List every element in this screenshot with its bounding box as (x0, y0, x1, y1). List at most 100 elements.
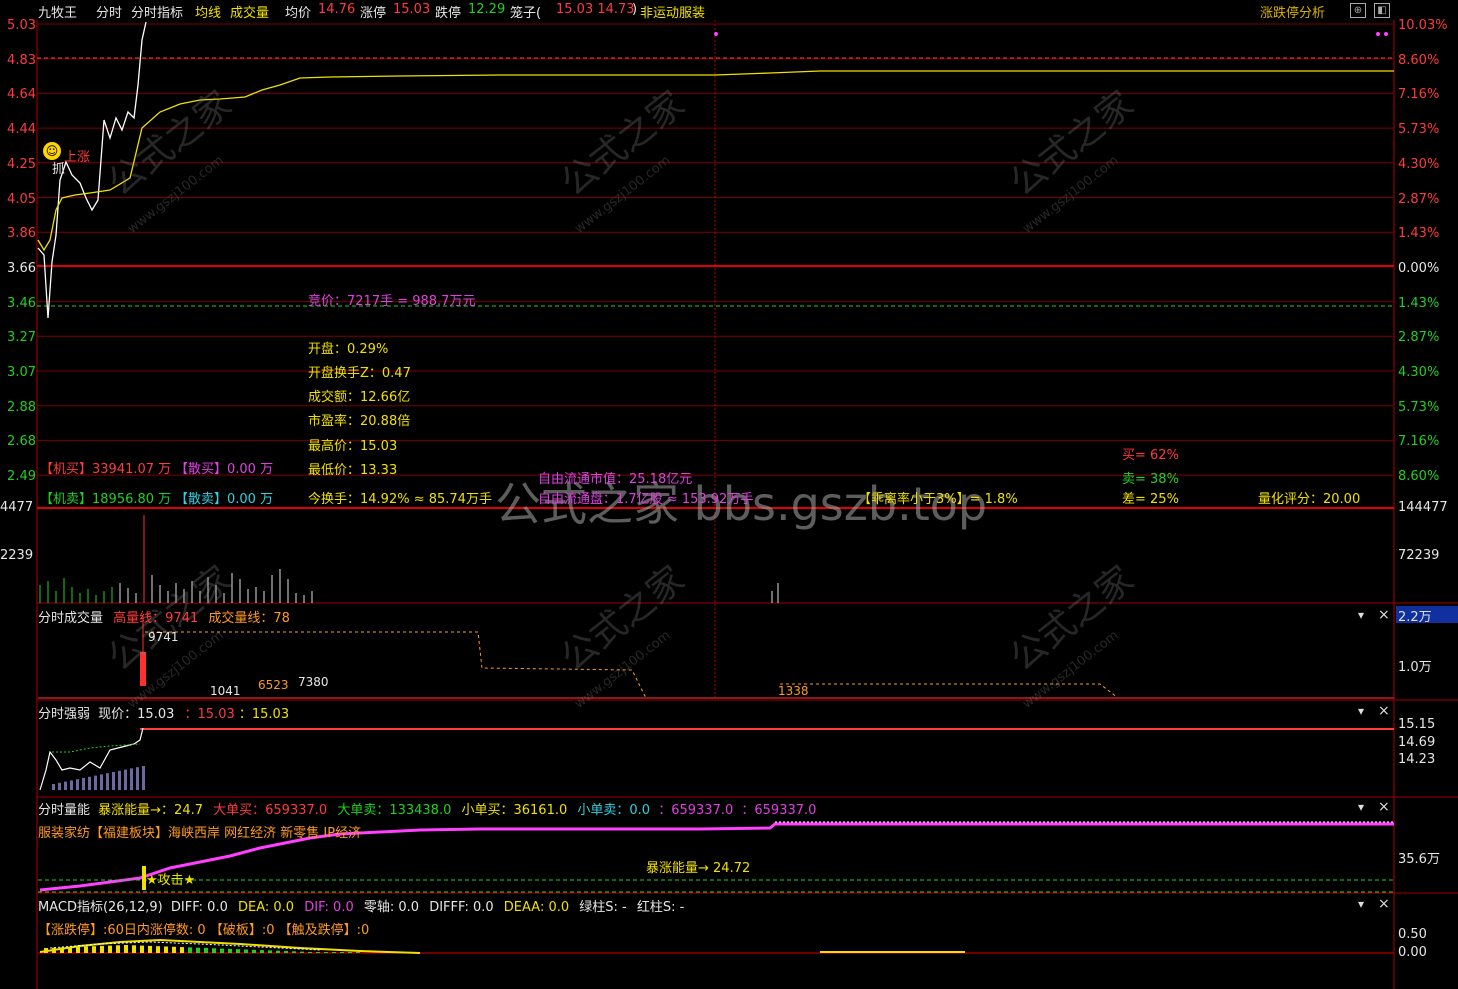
big-buy: 大单买：659337.0 (213, 803, 328, 818)
panel-dropdown-icon[interactable]: ▾ (1358, 800, 1364, 814)
pct-axis-label: 4.30% (1398, 156, 1440, 172)
panel-volume-title: 分时成交量 (38, 611, 104, 626)
open-turnover-info: 开盘换手Z：0.47 (308, 366, 411, 381)
macd-dif: DIF: 0.0 (304, 900, 354, 915)
retail-buy-info: 【散买】0.00 万 (175, 462, 274, 477)
panel-energy-title: 分时量能 (38, 803, 91, 818)
panel-macd: MACD指标(26,12,9) DIFF: 0.0 DEA: 0.0 DIF: … (38, 896, 684, 915)
pct-axis-label: 7.16% (1398, 434, 1440, 450)
strength-scale: 14.23 (1398, 752, 1436, 767)
pct-axis-label: 4.30% (1398, 365, 1440, 380)
pct-axis-label: 1.43% (1398, 226, 1440, 242)
panel-dropdown-icon[interactable]: ▾ (1358, 704, 1364, 718)
peak-label: 9741 (148, 630, 179, 644)
price-axis-label: 4.05 (7, 191, 36, 207)
macd-dea: DEA: 0.0 (238, 900, 295, 915)
panel-volume: 分时成交量 高量线：9741 成交量线：78 (38, 607, 290, 626)
pe-info: 市盈率：20.88倍 (308, 414, 411, 429)
panel-close-icon[interactable]: × (1378, 896, 1390, 912)
pct-axis-label: 5.73% (1398, 399, 1440, 415)
price-axis-label: 5.03 (7, 18, 36, 33)
catch-marker: 抓 (52, 162, 66, 177)
quant-score: 量化评分：20.00 (1258, 492, 1361, 507)
macd-scale: 0.00 (1398, 945, 1427, 960)
up-marker: 上涨 (64, 150, 91, 165)
surge-energy: 暴涨能量→：24.7 (98, 803, 203, 818)
float-cap-info: 自由流通市值：25.18亿元 (538, 472, 693, 487)
volume-scale-mid: 1.0万 (1398, 660, 1432, 675)
strength-value-2: ：15.03 (184, 707, 235, 722)
concept-tags: 服装家纺【福建板块】海峡西岸 网红经济 新零售 IP经济 (38, 826, 362, 841)
macd-green: 绿柱S: - (579, 900, 627, 915)
auction-info: 竞价：7217手 = 988.7万元 (308, 294, 476, 309)
price-axis-label: 2.68 (7, 434, 36, 450)
inst-sell-info: 【机卖】18956.80 万 (40, 492, 172, 507)
energy-scale: 35.6万 (1398, 852, 1440, 867)
volume-scale-top: 2.2万 (1396, 606, 1458, 625)
volume-axis-label: 2239 (0, 548, 34, 563)
volume-label: 1041 (210, 684, 241, 698)
volume-label: 7380 (298, 675, 329, 689)
price-axis-label: 3.46 (7, 295, 36, 311)
retail-sell-info: 【散卖】0.00 万 (175, 492, 274, 507)
panel-dropdown-icon[interactable]: ▾ (1358, 897, 1364, 911)
small-sell: 小单卖：0.0 (577, 803, 651, 818)
diff-ratio: 差= 25% (1122, 492, 1179, 507)
volume-line-label: 成交量线：78 (208, 611, 290, 626)
pct-axis-label: 8.60% (1398, 469, 1440, 485)
turnover-info: 今换手：14.92% ≈ 85.74万手 (308, 492, 492, 507)
current-price-label: 现价：15.03 (98, 707, 175, 722)
pct-axis-label: 2.87% (1398, 191, 1440, 207)
limit-stat-line: 【涨跌停】:60日内涨停数: 0 【破板】:0 【触及跌停】:0 (38, 923, 370, 938)
price-axis-label: 3.27 (7, 330, 36, 346)
panel-close-icon[interactable]: × (1378, 703, 1390, 719)
price-axis-label: 4.83 (7, 52, 36, 68)
pct-axis-label: 2.87% (1398, 330, 1440, 346)
price-axis-label: 4.44 (7, 122, 36, 138)
low-info: 最低价：13.33 (308, 463, 398, 478)
price-axis-label: 3.66 (7, 260, 36, 276)
small-buy: 小单买：36161.0 (461, 803, 568, 818)
energy-value-2: ：659337.0 (741, 803, 817, 818)
volume-axis-label: 72239 (1398, 548, 1440, 563)
volume-label: 6523 (258, 678, 289, 692)
panel-close-icon[interactable]: × (1378, 799, 1390, 815)
buy-ratio: 买= 62% (1122, 448, 1179, 463)
big-sell: 大单卖：133438.0 (337, 803, 452, 818)
price-axis-label: 2.49 (7, 469, 36, 485)
price-axis-label: 4.25 (7, 156, 36, 172)
macd-title: MACD指标(26,12,9) (38, 900, 163, 915)
price-axis-label: 3.07 (7, 365, 36, 380)
macd-diff: DIFF: 0.0 (170, 900, 228, 915)
energy-value-1: ：659337.0 (658, 803, 734, 818)
price-axis-label: 3.86 (7, 226, 36, 242)
deviation-info: 【乖离率小于3%】= 1.8% (858, 492, 1018, 507)
strength-scale: 14.69 (1398, 735, 1436, 750)
strength-scale: 15.15 (1398, 717, 1436, 732)
high-volume-line-label: 高量线：9741 (113, 611, 199, 626)
macd-scale: 0.50 (1398, 927, 1427, 942)
panel-strength: 分时强弱 现价：15.03 ：15.03 ：15.03 (38, 703, 289, 722)
pct-axis-label: 5.73% (1398, 122, 1440, 138)
macd-zero: 零轴: 0.0 (363, 900, 420, 915)
inst-buy-info: 【机买】33941.07 万 (40, 462, 172, 477)
price-axis-label: 2.88 (7, 399, 36, 415)
high-info: 最高价：15.03 (308, 439, 398, 454)
macd-red: 红柱S: - (636, 900, 685, 915)
pct-axis-label: 10.03% (1398, 18, 1448, 33)
macd-difff: DIFFF: 0.0 (429, 900, 494, 915)
sell-ratio: 卖= 38% (1122, 472, 1179, 487)
panel-close-icon[interactable]: × (1378, 607, 1390, 623)
amount-info: 成交额：12.66亿 (308, 390, 411, 405)
panel-energy: 分时量能 暴涨能量→：24.7 大单买：659337.0 大单卖：133438.… (38, 799, 816, 818)
volume-label: 1338 (778, 684, 809, 698)
open-info: 开盘：0.29% (308, 342, 389, 357)
panel-dropdown-icon[interactable]: ▾ (1358, 608, 1364, 622)
price-axis-label: 4.64 (7, 87, 36, 103)
pct-axis-label: 1.43% (1398, 295, 1440, 311)
surge-energy-mid: 暴涨能量→ 24.72 (646, 861, 751, 876)
pct-axis-label: 0.00% (1398, 260, 1440, 276)
macd-deaa: DEAA: 0.0 (503, 900, 570, 915)
volume-axis-label: 4477 (0, 500, 34, 515)
float-shares-info: 自由流通盘：1.7亿股 ≈ 153.92万手 (538, 492, 754, 507)
